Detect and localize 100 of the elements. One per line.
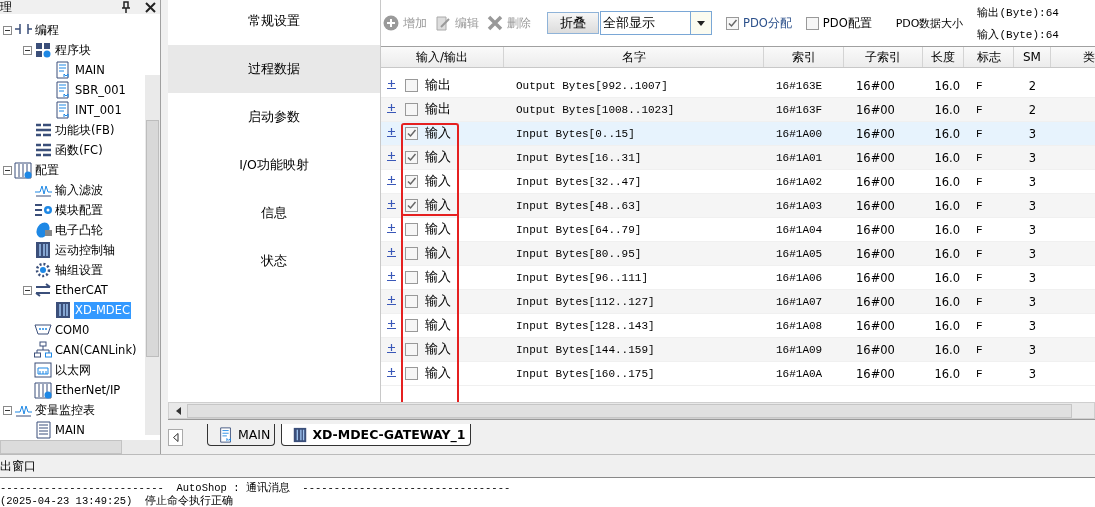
pdo-config-checkbox[interactable]: PDO配置	[805, 15, 872, 31]
tree-item[interactable]: MAIN	[74, 61, 106, 79]
pin-icon[interactable]	[121, 1, 131, 13]
expand-icon[interactable]	[387, 368, 396, 377]
row-checkbox[interactable]	[405, 367, 418, 380]
row-checkbox[interactable]	[405, 199, 418, 212]
expand-icon[interactable]	[387, 200, 396, 209]
scroll-left-icon[interactable]	[175, 406, 181, 415]
column-header[interactable]: 索引	[764, 47, 844, 67]
tree-item[interactable]: EtherNet/IP	[54, 381, 122, 399]
expand-icon[interactable]	[387, 320, 396, 329]
collapse-icon[interactable]	[3, 165, 12, 175]
column-header[interactable]: 输入/输出	[381, 47, 504, 67]
row-checkbox[interactable]	[405, 319, 418, 332]
table-cell: 输入	[425, 149, 451, 166]
nav-item[interactable]: 状态	[168, 237, 380, 285]
row-checkbox[interactable]	[405, 343, 418, 356]
horizontal-scrollbar[interactable]	[0, 440, 160, 454]
row-checkbox[interactable]	[405, 223, 418, 236]
table-cell: 16#1A00	[776, 127, 823, 140]
row-checkbox[interactable]	[405, 295, 418, 308]
expand-icon[interactable]	[387, 344, 396, 353]
tree-item[interactable]: EtherCAT	[54, 281, 109, 299]
expand-icon[interactable]	[387, 248, 396, 257]
pdo-assign-checkbox[interactable]: PDO分配	[726, 15, 792, 31]
nav-item[interactable]: 常规设置	[168, 0, 380, 45]
tree-item[interactable]: 配置	[34, 161, 60, 179]
tree-item[interactable]: INT_001	[74, 101, 123, 119]
table-cell: F	[976, 175, 983, 188]
tree-item[interactable]: 模块配置	[54, 201, 104, 219]
tree-item[interactable]: 函数(FC)	[54, 141, 104, 159]
size-label: PDO数据大小	[895, 15, 964, 31]
sliders-gear-icon	[14, 161, 32, 179]
expand-icon[interactable]	[387, 80, 396, 89]
document-icon	[54, 61, 72, 79]
table-cell: F	[976, 295, 983, 308]
table-cell: 16.0	[934, 342, 960, 357]
table-cell: F	[976, 103, 983, 116]
vertical-scrollbar[interactable]	[145, 75, 160, 435]
table-cell: 16.0	[934, 270, 960, 285]
collapse-icon[interactable]	[23, 45, 32, 55]
column-header[interactable]: 类	[1051, 47, 1095, 67]
expand-icon[interactable]	[387, 224, 396, 233]
expand-icon[interactable]	[387, 104, 396, 113]
document-tab[interactable]: XD-MDEC-GATEWAY_1	[281, 424, 471, 446]
tree-item[interactable]: 编程	[34, 21, 60, 39]
table-cell: 16#00	[856, 342, 895, 357]
row-checkbox[interactable]	[405, 79, 418, 92]
close-icon[interactable]	[145, 1, 156, 13]
nav-item[interactable]: 信息	[168, 189, 380, 237]
table-cell: 16.0	[934, 174, 960, 189]
gear-list-icon	[34, 201, 52, 219]
tree-item[interactable]: 功能块(FB)	[54, 121, 116, 139]
table-cell: 16#1A02	[776, 175, 823, 188]
tab-scroll-button[interactable]	[168, 429, 183, 446]
row-checkbox[interactable]	[405, 103, 418, 116]
tree-item[interactable]: 输入滤波	[54, 181, 104, 199]
table-cell: 16#163E	[776, 79, 823, 92]
table-cell: 16.0	[934, 294, 960, 309]
row-checkbox[interactable]	[405, 175, 418, 188]
tree-item[interactable]: 变量监控表	[34, 401, 96, 419]
expand-icon[interactable]	[387, 128, 396, 137]
edit-icon	[435, 15, 451, 31]
table-cell: 3	[1028, 126, 1037, 141]
filter-dropdown[interactable]: 全部显示	[600, 11, 712, 35]
collapse-icon[interactable]	[3, 405, 12, 415]
tree-item[interactable]: CAN(CANLink)	[54, 341, 138, 359]
tree-item[interactable]: 电子凸轮	[54, 221, 104, 239]
tree-item[interactable]: COM0	[54, 321, 91, 339]
table-cell: F	[976, 223, 983, 236]
column-header[interactable]: SM	[1014, 47, 1051, 67]
tree-item[interactable]: 程序块	[54, 41, 92, 59]
column-header[interactable]: 子索引	[844, 47, 923, 67]
nav-item[interactable]: I/O功能映射	[168, 141, 380, 189]
collapse-button[interactable]: 折叠	[547, 12, 599, 34]
tree-item[interactable]: 运动控制轴	[54, 241, 116, 259]
network-icon	[34, 341, 52, 359]
column-header[interactable]: 名字	[504, 47, 764, 67]
expand-icon[interactable]	[387, 272, 396, 281]
tree-item[interactable]: MAIN	[54, 421, 86, 439]
collapse-icon[interactable]	[3, 25, 12, 35]
tree-item[interactable]: 轴组设置	[54, 261, 104, 279]
expand-icon[interactable]	[387, 152, 396, 161]
table-cell: 16.0	[934, 102, 960, 117]
checkmark-icon	[406, 200, 417, 211]
document-tab[interactable]: MAIN	[207, 424, 276, 446]
column-header[interactable]: 标志	[964, 47, 1014, 67]
tree-item[interactable]: 以太网	[54, 361, 92, 379]
nav-item[interactable]: 启动参数	[168, 93, 380, 141]
column-header[interactable]: 长度	[923, 47, 964, 67]
nav-item[interactable]: 过程数据	[168, 45, 380, 93]
row-checkbox[interactable]	[405, 151, 418, 164]
tree-item[interactable]: SBR_001	[74, 81, 127, 99]
horizontal-scrollbar[interactable]	[168, 402, 1095, 419]
expand-icon[interactable]	[387, 176, 396, 185]
row-checkbox[interactable]	[405, 127, 418, 140]
row-checkbox[interactable]	[405, 247, 418, 260]
expand-icon[interactable]	[387, 296, 396, 305]
row-checkbox[interactable]	[405, 271, 418, 284]
collapse-icon[interactable]	[23, 285, 32, 295]
